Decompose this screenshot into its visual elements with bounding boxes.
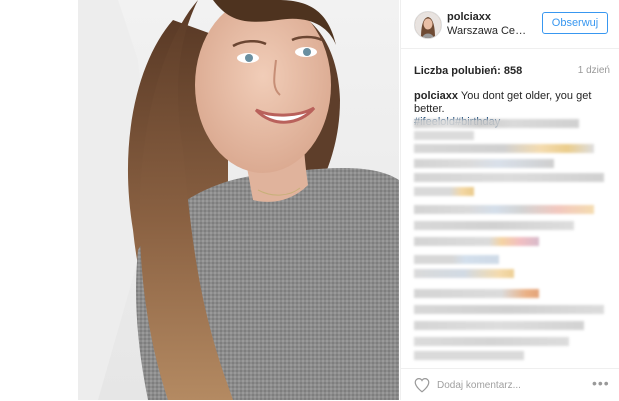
blurred-comment-row <box>414 321 584 330</box>
selfie-image <box>78 0 399 400</box>
blurred-comment-row <box>414 237 539 246</box>
blurred-comment-row <box>414 205 594 214</box>
blurred-comment-row <box>414 144 594 153</box>
comment-bar: ••• <box>401 368 619 401</box>
blurred-comment-row <box>414 187 474 196</box>
likes-count[interactable]: Liczba polubień: 858 <box>414 65 522 77</box>
heart-icon[interactable] <box>413 376 431 394</box>
blurred-comments <box>414 117 614 360</box>
post-header: polciaxx Warszawa Centr… Obserwuj <box>401 0 619 49</box>
blurred-comment-row <box>414 131 474 140</box>
post-photo[interactable] <box>78 0 399 400</box>
username[interactable]: polciaxx <box>447 11 491 23</box>
blurred-comment-row <box>414 337 569 346</box>
blurred-comment-row <box>414 351 524 360</box>
follow-button[interactable]: Obserwuj <box>542 12 608 34</box>
comment-input[interactable] <box>437 376 567 394</box>
blurred-comment-row <box>414 289 539 298</box>
blurred-comment-row <box>414 159 554 168</box>
blurred-comment-row <box>414 173 604 182</box>
caption-username[interactable]: polciaxx <box>414 90 458 102</box>
location-link[interactable]: Warszawa Centr… <box>447 25 527 37</box>
blurred-comment-row <box>414 119 579 128</box>
post-sidebar: polciaxx Warszawa Centr… Obserwuj Liczba… <box>400 0 619 400</box>
avatar[interactable] <box>414 11 442 39</box>
more-options-icon[interactable]: ••• <box>592 376 610 392</box>
blurred-comment-row <box>414 221 574 230</box>
post-age[interactable]: 1 dzień <box>578 65 610 76</box>
blurred-comment-row <box>414 305 604 314</box>
blurred-comment-row <box>414 255 499 264</box>
blurred-comment-row <box>414 269 514 278</box>
